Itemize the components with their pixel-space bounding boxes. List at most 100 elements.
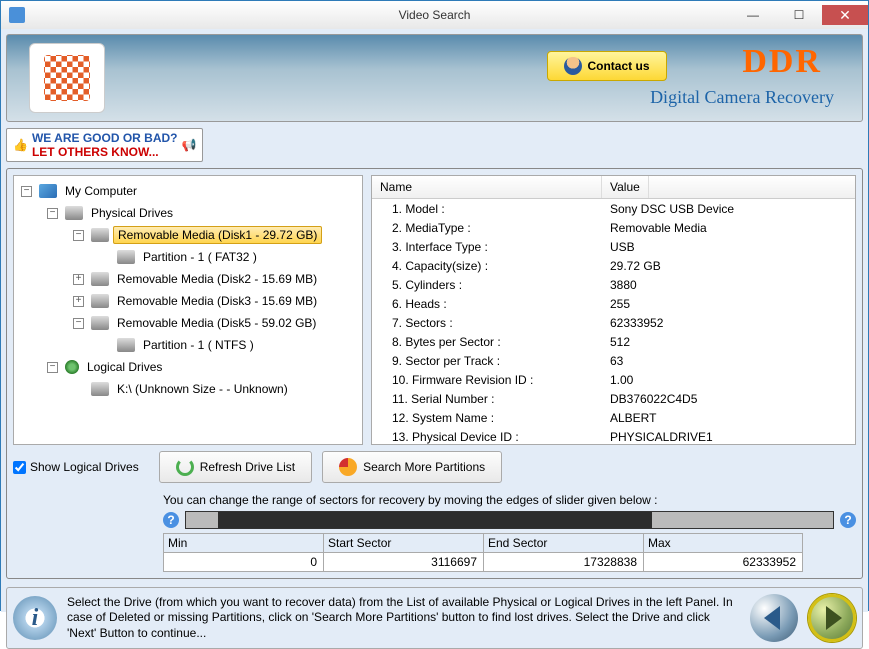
tree-label: Removable Media (Disk5 - 59.02 GB)	[113, 315, 320, 331]
column-header-value[interactable]: Value	[602, 176, 649, 198]
button-label: Refresh Drive List	[200, 460, 295, 474]
expand-icon[interactable]: +	[73, 296, 84, 307]
drive-tree[interactable]: − My Computer − Physical Drives − Remova…	[13, 175, 363, 445]
feedback-banner[interactable]: 👍 WE ARE GOOD OR BAD? LET OTHERS KNOW...…	[6, 128, 203, 162]
table-row[interactable]: 3. Interface Type :USB	[372, 237, 855, 256]
maximize-button[interactable]: ☐	[776, 5, 822, 25]
cell-name: 10. Firmware Revision ID :	[372, 372, 602, 388]
close-button[interactable]: ✕	[822, 5, 868, 25]
sector-field[interactable]: End Sector17328838	[483, 533, 643, 572]
hint-text: Select the Drive (from which you want to…	[67, 595, 740, 642]
sector-field[interactable]: Min0	[163, 533, 323, 572]
minimize-button[interactable]: —	[730, 5, 776, 25]
tree-label: Logical Drives	[83, 359, 166, 375]
tree-drive-item[interactable]: − Removable Media (Disk1 - 29.72 GB)	[16, 224, 360, 246]
person-icon	[564, 57, 582, 75]
help-icon[interactable]: ?	[163, 512, 179, 528]
help-icon[interactable]: ?	[840, 512, 856, 528]
sector-value: 3116697	[324, 553, 483, 571]
properties-table: Name Value 1. Model :Sony DSC USB Device…	[371, 175, 856, 445]
cell-value: ALBERT	[602, 410, 664, 426]
search-more-partitions-button[interactable]: Search More Partitions	[322, 451, 502, 483]
app-icon	[9, 7, 25, 23]
tree-root[interactable]: − My Computer	[16, 180, 360, 202]
table-row[interactable]: 13. Physical Device ID :PHYSICALDRIVE1	[372, 427, 855, 446]
tree-label: Partition - 1 ( NTFS )	[139, 337, 258, 353]
logo-box	[29, 43, 105, 113]
speaker-icon: 📢	[182, 138, 197, 152]
cell-name: 6. Heads :	[372, 296, 602, 312]
tree-physical-drives[interactable]: − Physical Drives	[16, 202, 360, 224]
checkbox-input[interactable]	[13, 461, 26, 474]
refresh-icon	[176, 458, 194, 476]
cell-name: 4. Capacity(size) :	[372, 258, 602, 274]
tree-drive-item[interactable]: + Removable Media (Disk3 - 15.69 MB)	[16, 290, 360, 312]
drive-icon	[91, 294, 109, 308]
cell-value: USB	[602, 239, 643, 255]
contact-us-button[interactable]: Contact us	[547, 51, 667, 81]
logo-icon	[44, 55, 90, 101]
collapse-icon[interactable]: −	[47, 362, 58, 373]
brand-subtitle: Digital Camera Recovery	[650, 87, 834, 108]
tree-label: Physical Drives	[87, 205, 177, 221]
tree-label: Removable Media (Disk3 - 15.69 MB)	[113, 293, 321, 309]
collapse-icon[interactable]: −	[47, 208, 58, 219]
column-header-name[interactable]: Name	[372, 176, 602, 198]
sector-value: 17328838	[484, 553, 643, 571]
pie-icon	[339, 458, 357, 476]
expand-icon[interactable]: +	[73, 274, 84, 285]
banner: Contact us DDR Digital Camera Recovery	[6, 34, 863, 122]
tree-partition-item[interactable]: Partition - 1 ( FAT32 )	[16, 246, 360, 268]
cell-value: 3880	[602, 277, 645, 293]
tree-logical-drives[interactable]: − Logical Drives	[16, 356, 360, 378]
cell-value: 29.72 GB	[602, 258, 669, 274]
slider-instruction: You can change the range of sectors for …	[163, 493, 856, 507]
cell-value: Removable Media	[602, 220, 715, 236]
sector-label: End Sector	[484, 534, 643, 553]
titlebar: Video Search — ☐ ✕	[1, 1, 868, 29]
sector-slider[interactable]	[185, 511, 834, 529]
arrow-left-icon	[764, 606, 780, 630]
drive-icon	[65, 206, 83, 220]
tree-drive-item[interactable]: + Removable Media (Disk2 - 15.69 MB)	[16, 268, 360, 290]
feedback-line1: WE ARE GOOD OR BAD?	[32, 131, 178, 145]
cell-value: Sony DSC USB Device	[602, 201, 742, 217]
table-row[interactable]: 1. Model :Sony DSC USB Device	[372, 199, 855, 218]
tree-label: Removable Media (Disk2 - 15.69 MB)	[113, 271, 321, 287]
cell-name: 8. Bytes per Sector :	[372, 334, 602, 350]
refresh-drive-list-button[interactable]: Refresh Drive List	[159, 451, 312, 483]
table-row[interactable]: 7. Sectors :62333952	[372, 313, 855, 332]
table-row[interactable]: 10. Firmware Revision ID :1.00	[372, 370, 855, 389]
tree-drive-item[interactable]: − Removable Media (Disk5 - 59.02 GB)	[16, 312, 360, 334]
sector-value: 0	[164, 553, 323, 571]
tree-label: My Computer	[61, 183, 141, 199]
table-row[interactable]: 11. Serial Number :DB376022C4D5	[372, 389, 855, 408]
sector-field[interactable]: Max62333952	[643, 533, 803, 572]
table-row[interactable]: 9. Sector per Track :63	[372, 351, 855, 370]
tree-partition-item[interactable]: Partition - 1 ( NTFS )	[16, 334, 360, 356]
cell-name: 11. Serial Number :	[372, 391, 602, 407]
collapse-icon[interactable]: −	[73, 318, 84, 329]
table-row[interactable]: 4. Capacity(size) :29.72 GB	[372, 256, 855, 275]
table-row[interactable]: 6. Heads :255	[372, 294, 855, 313]
collapse-icon[interactable]: −	[73, 230, 84, 241]
info-icon: i	[13, 596, 57, 640]
button-label: Search More Partitions	[363, 460, 485, 474]
tree-logical-item[interactable]: K:\ (Unknown Size - - Unknown)	[16, 378, 360, 400]
sector-field[interactable]: Start Sector3116697	[323, 533, 483, 572]
table-row[interactable]: 5. Cylinders :3880	[372, 275, 855, 294]
window-title: Video Search	[399, 8, 471, 22]
cell-name: 7. Sectors :	[372, 315, 602, 331]
collapse-icon[interactable]: −	[21, 186, 32, 197]
cell-name: 12. System Name :	[372, 410, 602, 426]
show-logical-checkbox[interactable]: Show Logical Drives	[13, 460, 139, 474]
cell-name: 13. Physical Device ID :	[372, 429, 602, 445]
drive-icon	[91, 316, 109, 330]
table-row[interactable]: 12. System Name :ALBERT	[372, 408, 855, 427]
table-row[interactable]: 2. MediaType :Removable Media	[372, 218, 855, 237]
tree-label: Partition - 1 ( FAT32 )	[139, 249, 261, 265]
table-row[interactable]: 8. Bytes per Sector :512	[372, 332, 855, 351]
tree-label-selected: Removable Media (Disk1 - 29.72 GB)	[113, 226, 322, 244]
cell-name: 2. MediaType :	[372, 220, 602, 236]
cell-value: 62333952	[602, 315, 671, 331]
